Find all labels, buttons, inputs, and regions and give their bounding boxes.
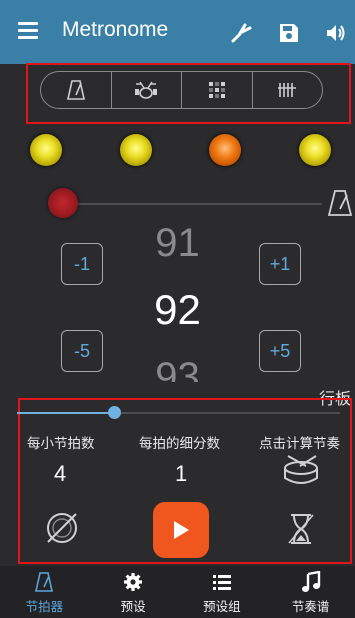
tempo-slider-knob[interactable] (107, 406, 121, 419)
tempo-slider-fill (17, 412, 114, 414)
bars-icon (278, 83, 297, 97)
tab-drum-kit[interactable] (110, 72, 182, 108)
gear-icon (122, 571, 144, 593)
beats-per-bar-value[interactable]: 4 (54, 461, 66, 487)
tempo-current[interactable]: 92 (0, 286, 355, 334)
menu-icon[interactable] (18, 22, 40, 42)
music-note-icon (300, 571, 322, 593)
app-bar: Metronome (0, 0, 355, 64)
tuning-fork-icon[interactable] (230, 22, 252, 44)
beat-light-2 (120, 134, 152, 166)
bottom-navigation: 节拍器 预设 预设组 节奏谱 (0, 566, 355, 618)
volume-icon[interactable] (325, 22, 347, 44)
tempo-previous[interactable]: 91 (0, 225, 355, 261)
nav-presets[interactable]: 预设 (89, 566, 178, 618)
beat-light-3 (209, 134, 241, 166)
subdivision-value[interactable]: 1 (175, 461, 187, 487)
volume-slider-knob[interactable] (48, 188, 78, 218)
beats-per-bar-label: 每小节拍数 (27, 436, 95, 452)
nav-preset-groups-label: 预设组 (203, 599, 241, 614)
grid-pattern-icon (208, 82, 225, 98)
list-icon (211, 571, 233, 593)
tap-drum-icon[interactable] (280, 454, 322, 494)
play-button[interactable] (153, 502, 209, 558)
beat-light-1 (30, 134, 62, 166)
tab-grid-pattern[interactable] (181, 72, 252, 108)
tempo-next[interactable]: 93 (0, 352, 355, 382)
subdivision-label: 每拍的细分数 (139, 436, 220, 452)
timer-icon[interactable] (286, 513, 316, 549)
tab-metronome[interactable] (41, 72, 111, 108)
nav-preset-groups[interactable]: 预设组 (178, 566, 267, 618)
drum-kit-icon (135, 81, 158, 99)
metronome-side-icon (327, 189, 353, 221)
beat-light-4 (299, 134, 331, 166)
tab-bars[interactable] (251, 72, 323, 108)
save-icon[interactable] (278, 22, 300, 44)
tempo-slider-track[interactable] (17, 412, 340, 414)
nav-rhythm-label: 节奏谱 (291, 599, 330, 614)
play-icon (174, 521, 189, 539)
nav-rhythm[interactable]: 节奏谱 (266, 566, 355, 618)
app-title: Metronome (62, 18, 169, 41)
nav-metronome-label: 节拍器 (25, 599, 64, 614)
nav-presets-label: 预设 (120, 599, 146, 614)
metronome-icon (33, 571, 55, 593)
volume-slider-track[interactable] (60, 203, 322, 205)
tap-tempo-label: 点击计算节奏 (259, 436, 340, 452)
sound-off-icon[interactable] (45, 511, 79, 549)
nav-metronome[interactable]: 节拍器 (0, 566, 89, 618)
metronome-icon (66, 80, 85, 100)
mode-tabs (40, 71, 323, 109)
